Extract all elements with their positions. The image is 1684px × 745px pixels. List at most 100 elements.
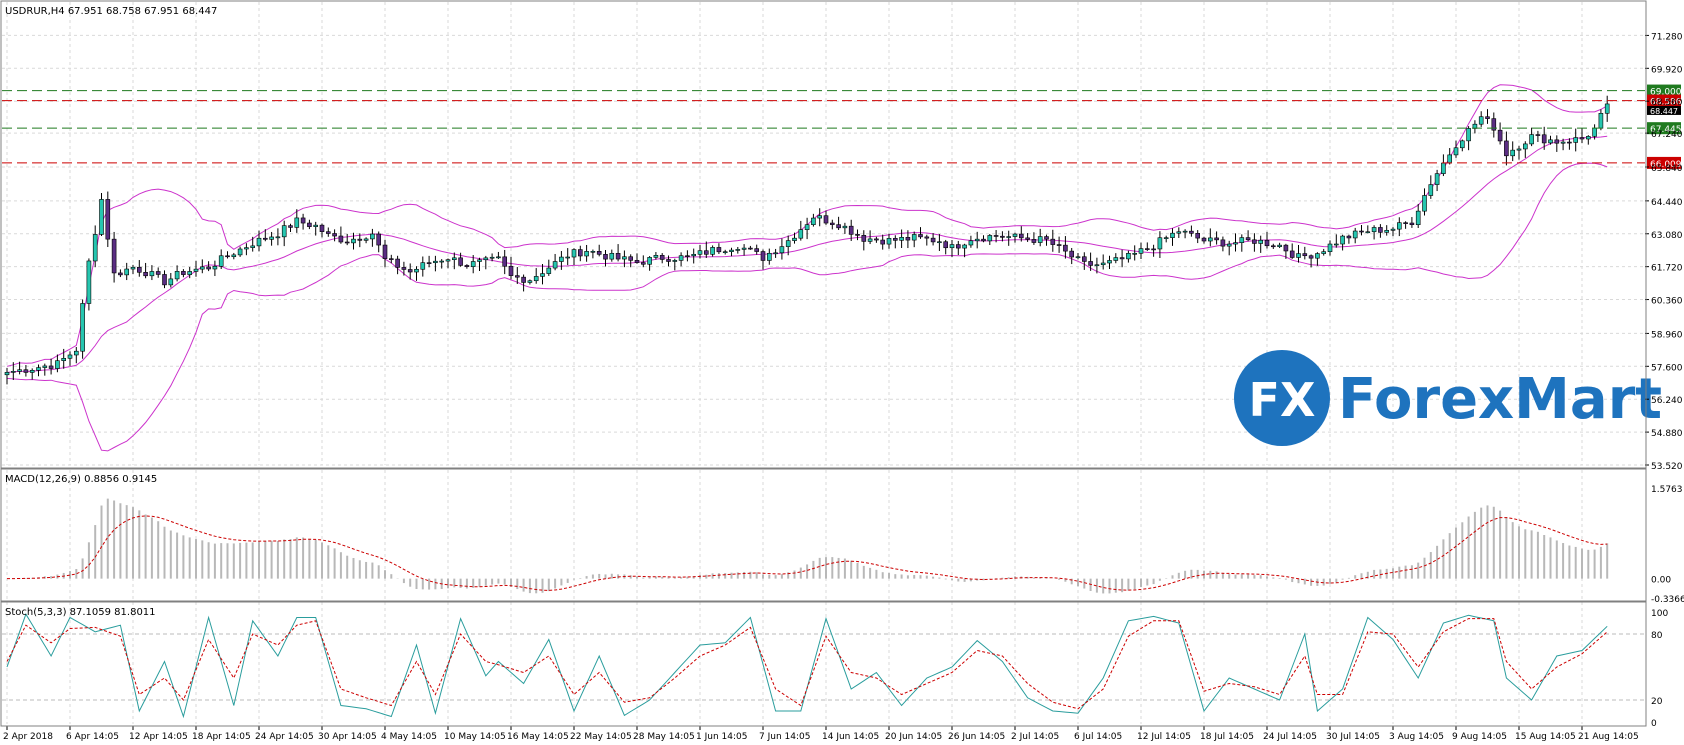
candle-body xyxy=(1346,235,1352,239)
candle-body xyxy=(735,249,741,251)
candle-body xyxy=(678,255,684,261)
candle-body xyxy=(212,266,218,270)
candle-body xyxy=(275,236,281,239)
candle-body xyxy=(1050,238,1056,245)
candle-body xyxy=(470,261,476,267)
candle-body xyxy=(1056,244,1062,246)
candle-body xyxy=(1094,264,1100,267)
candle-body xyxy=(80,303,85,352)
candle-body xyxy=(99,199,104,235)
candle-body xyxy=(880,239,886,245)
candle[interactable] xyxy=(99,192,104,237)
x-tick-label: 14 Jun 14:05 xyxy=(822,732,879,742)
candle-body xyxy=(974,238,980,242)
candle-body xyxy=(1466,128,1471,142)
candle-body xyxy=(748,247,753,250)
candle-body xyxy=(237,248,243,256)
candle-body xyxy=(1012,233,1018,237)
brand-name: ForexMart xyxy=(1338,367,1662,432)
candle-body xyxy=(943,241,949,249)
forex-chart[interactable]: FX ForexMart 69.00068.58667.44566.00968.… xyxy=(0,0,1684,745)
candle[interactable] xyxy=(105,191,111,248)
candle-body xyxy=(1352,230,1358,239)
candle-body xyxy=(1504,140,1509,157)
candle-body xyxy=(892,238,898,241)
candle-body xyxy=(288,225,293,228)
candle-body xyxy=(313,224,319,227)
y-tick-label: 63.080 xyxy=(1651,231,1683,241)
x-tick-label: 10 May 14:05 xyxy=(444,732,506,742)
candle-body xyxy=(250,245,255,248)
macd-y-tick-label: 0.00 xyxy=(1651,576,1671,586)
candle-body xyxy=(483,257,489,261)
candle-body xyxy=(262,237,268,240)
candle-body xyxy=(766,252,772,261)
candle-body xyxy=(1182,230,1188,233)
candle-body xyxy=(559,256,564,262)
candle-body xyxy=(1006,236,1012,238)
candle[interactable] xyxy=(86,258,92,311)
candle-body xyxy=(4,372,10,376)
candle-body xyxy=(804,224,810,230)
candle-body xyxy=(1163,237,1169,239)
candle-body xyxy=(426,262,432,264)
candle-body xyxy=(1000,235,1005,238)
candle-body xyxy=(1340,235,1345,245)
candle-body xyxy=(1145,248,1150,250)
candle[interactable] xyxy=(80,299,85,359)
candle-body xyxy=(36,367,41,371)
candle-body xyxy=(798,229,804,239)
y-tick-label: 58.960 xyxy=(1651,330,1683,340)
candle-body xyxy=(622,256,627,260)
candle-body xyxy=(407,269,413,273)
candle-body xyxy=(628,256,634,261)
candle-body xyxy=(439,260,445,263)
candle-body xyxy=(1397,222,1402,230)
x-tick-label: 4 May 14:05 xyxy=(381,732,437,742)
candle-body xyxy=(722,251,728,254)
x-tick-label: 15 Aug 14:05 xyxy=(1515,732,1576,742)
candle-body xyxy=(1334,243,1339,246)
candle-body xyxy=(376,233,382,246)
x-tick-label: 22 May 14:05 xyxy=(570,732,632,742)
y-tick-label: 61.720 xyxy=(1651,264,1683,274)
candle-body xyxy=(1252,239,1257,244)
candle-body xyxy=(1170,232,1175,238)
candle-body xyxy=(1523,143,1528,150)
candle-body xyxy=(300,217,306,224)
candle-body xyxy=(162,274,167,286)
candle-body xyxy=(937,241,942,244)
candle-body xyxy=(1327,243,1333,252)
candle-body xyxy=(414,268,419,273)
candle-body xyxy=(1138,248,1144,254)
candle-body xyxy=(993,235,999,237)
candle-body xyxy=(1359,230,1364,233)
candle-body xyxy=(1415,210,1421,225)
candle-body xyxy=(1126,253,1131,260)
candle-body xyxy=(697,250,703,255)
x-tick-label: 3 Aug 14:05 xyxy=(1389,732,1444,742)
candle-body xyxy=(1460,140,1465,149)
candle-body xyxy=(609,253,615,260)
candle-body xyxy=(981,238,986,242)
candle-body xyxy=(1384,230,1389,233)
candle-body xyxy=(1271,245,1276,248)
candle-body xyxy=(357,238,363,241)
candle-body xyxy=(565,256,571,259)
candle-body xyxy=(615,253,621,260)
candle-body xyxy=(344,241,350,244)
candle-body xyxy=(1478,116,1484,125)
candle-body xyxy=(1510,149,1515,157)
x-tick-label: 18 Apr 14:05 xyxy=(192,732,251,742)
candle-body xyxy=(861,235,867,242)
candle-body xyxy=(1409,222,1415,225)
candle-body xyxy=(836,224,841,229)
candle-body xyxy=(1592,127,1597,137)
candle-body xyxy=(571,249,577,258)
candle-body xyxy=(811,217,816,225)
candle-body xyxy=(155,271,161,275)
candle-body xyxy=(540,273,545,277)
candle-body xyxy=(899,237,904,241)
candle-body xyxy=(401,267,407,270)
candle-body xyxy=(647,257,652,265)
